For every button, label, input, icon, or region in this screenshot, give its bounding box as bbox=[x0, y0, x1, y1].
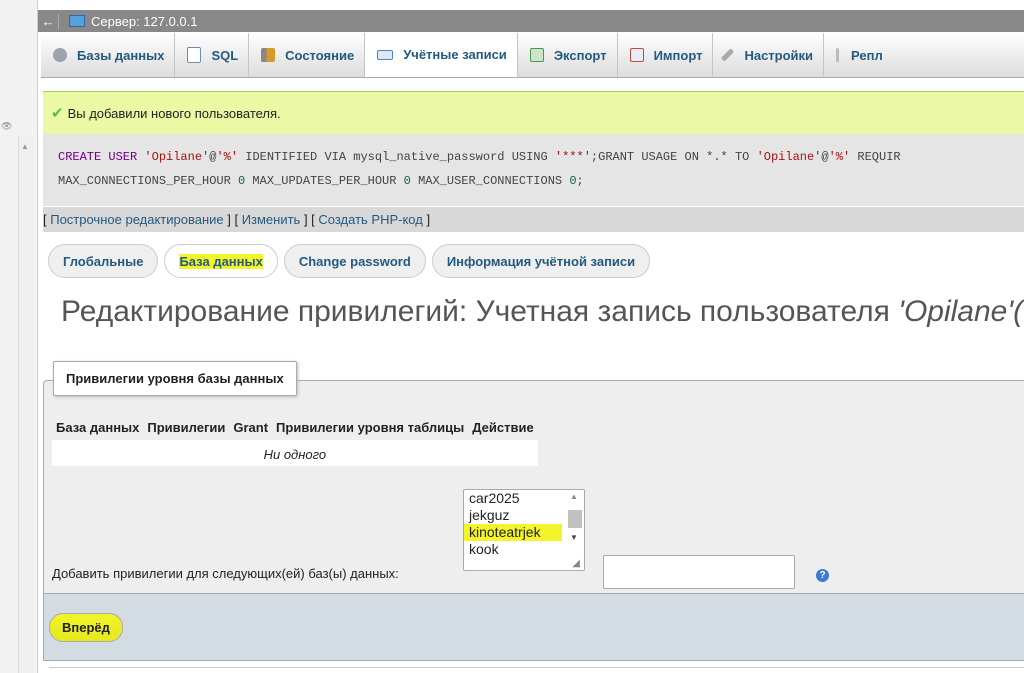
resize-grip-icon[interactable]: ◢ bbox=[572, 558, 580, 569]
tab-user-accounts[interactable]: Учётные записи bbox=[365, 33, 518, 77]
table-row: Ни одного bbox=[52, 441, 538, 466]
create-php-link[interactable]: Создать PHP-код bbox=[318, 212, 422, 227]
subtab-database[interactable]: База данных bbox=[164, 244, 278, 278]
tab-import[interactable]: Импорт bbox=[618, 33, 714, 77]
success-check-icon: ✔ bbox=[51, 105, 64, 122]
subtab-global[interactable]: Глобальные bbox=[48, 244, 159, 278]
column-header[interactable]: Grant bbox=[229, 415, 273, 442]
top-menu: Базы данных SQL Состояние Учётные записи… bbox=[41, 33, 1024, 78]
breadcrumb: ← Сервер: 127.0.0.1 bbox=[38, 10, 1024, 32]
empty-table-message: Ни одного bbox=[52, 441, 538, 466]
go-button[interactable]: Вперёд bbox=[49, 613, 123, 642]
tab-sql[interactable]: SQL bbox=[175, 33, 250, 77]
tab-label: Импорт bbox=[653, 47, 703, 63]
sql-action-links: [ Построчное редактирование ] [ Изменить… bbox=[43, 207, 1024, 232]
inline-edit-link[interactable]: Построчное редактирование bbox=[50, 212, 223, 227]
database-select-list[interactable]: car2025 jekguz kinoteatrjek kook ▲ ▼ ◢ bbox=[463, 489, 585, 571]
page-title-user: 'Opilane'( bbox=[898, 295, 1024, 328]
privilege-subtabs: Глобальные База данных Change password И… bbox=[48, 244, 651, 278]
sql-text: MAX_CONNECTIONS_PER_HOUR bbox=[58, 174, 239, 188]
sql-keyword: CREATE USER bbox=[58, 150, 145, 164]
sql-string: '***' bbox=[554, 150, 591, 164]
tab-label: Экспорт bbox=[553, 47, 607, 63]
database-option[interactable]: jekguz bbox=[464, 507, 584, 524]
scroll-down-icon[interactable]: ▼ bbox=[570, 533, 578, 542]
tab-replication[interactable]: Репл bbox=[824, 33, 893, 77]
status-icon bbox=[261, 48, 276, 62]
tab-databases[interactable]: Базы данных bbox=[41, 33, 176, 77]
tab-label: SQL bbox=[211, 47, 239, 63]
sql-string: 'Opilane' bbox=[144, 150, 210, 164]
privileges-table: База данных Привилегии Grant Привилегии … bbox=[52, 415, 538, 466]
eye-icon[interactable]: 👁 bbox=[1, 121, 12, 132]
fieldset-legend: Привилегии уровня базы данных bbox=[53, 361, 297, 396]
sql-text: ;GRANT USAGE ON *.* TO bbox=[590, 150, 757, 164]
export-icon bbox=[529, 48, 544, 62]
wrench-icon bbox=[721, 48, 735, 62]
sql-string: '%' bbox=[216, 150, 239, 164]
database-option-selected[interactable]: kinoteatrjek bbox=[464, 524, 562, 541]
subtab-database-label: База данных bbox=[179, 253, 263, 269]
table-header-row: База данных Привилегии Grant Привилегии … bbox=[52, 415, 538, 442]
sql-text: MAX_UPDATES_PER_HOUR bbox=[245, 174, 404, 188]
scroll-up-icon[interactable]: ▲ bbox=[570, 492, 578, 501]
tab-settings[interactable]: Настройки bbox=[713, 33, 825, 77]
sql-query-box: CREATE USER 'Opilane'@'%' IDENTIFIED VIA… bbox=[43, 134, 1024, 206]
form-button-bar bbox=[43, 593, 1024, 661]
sql-string: '%' bbox=[828, 150, 851, 164]
sql-text: IDENTIFIED VIA mysql_native_password USI… bbox=[238, 150, 555, 164]
database-name-input[interactable] bbox=[603, 555, 795, 589]
users-icon bbox=[377, 49, 394, 60]
database-icon bbox=[53, 48, 67, 62]
sql-number: 0 bbox=[403, 174, 411, 188]
scroll-up-icon[interactable]: ▲ bbox=[21, 142, 29, 151]
column-header[interactable]: Действие bbox=[468, 415, 538, 442]
breadcrumb-server[interactable]: Сервер: 127.0.0.1 bbox=[91, 14, 198, 29]
tab-label: Состояние bbox=[285, 47, 355, 63]
subtab-change-password[interactable]: Change password bbox=[283, 244, 426, 278]
column-header[interactable]: База данных bbox=[52, 415, 144, 442]
sql-number: 0 bbox=[569, 174, 577, 188]
select-scrollbar[interactable]: ▲ ▼ bbox=[567, 492, 582, 568]
tab-label: Репл bbox=[851, 47, 883, 63]
database-option[interactable]: car2025 bbox=[464, 490, 584, 507]
replication-icon bbox=[836, 48, 840, 62]
tab-label: Учётные записи bbox=[403, 47, 507, 62]
add-privileges-label: Добавить привилегии для следующих(ей) ба… bbox=[52, 566, 399, 581]
main-content: ← Сервер: 127.0.0.1 Базы данных SQL Сост… bbox=[38, 0, 1024, 673]
column-header[interactable]: Привилегии уровня таблицы bbox=[272, 415, 469, 442]
sql-text: MAX_USER_CONNECTIONS bbox=[410, 174, 570, 188]
help-icon[interactable]: ? bbox=[816, 569, 829, 582]
sql-string: 'Opilane' bbox=[756, 150, 822, 164]
sql-text: ; bbox=[576, 174, 584, 188]
page-title: Редактирование привилегий: Учетная запис… bbox=[61, 295, 1023, 329]
success-text: Вы добавили нового пользователя. bbox=[67, 105, 281, 121]
tab-label: Базы данных bbox=[77, 47, 165, 63]
import-icon bbox=[629, 48, 644, 62]
scrollbar-thumb[interactable] bbox=[568, 510, 582, 528]
sql-icon bbox=[187, 47, 202, 63]
sql-text: @ bbox=[821, 150, 829, 164]
success-message: ✔ Вы добавили нового пользователя. bbox=[43, 91, 1024, 134]
column-header[interactable]: Привилегии bbox=[143, 415, 230, 442]
nav-scrollbar[interactable] bbox=[18, 136, 33, 673]
navigation-panel: 👁 ▲ bbox=[0, 0, 38, 673]
collapse-nav-button[interactable]: ← bbox=[38, 13, 59, 29]
tab-export[interactable]: Экспорт bbox=[518, 33, 618, 77]
page-title-text: Редактирование привилегий: Учетная запис… bbox=[61, 295, 899, 328]
tab-status[interactable]: Состояние bbox=[249, 33, 366, 77]
tab-label: Настройки bbox=[744, 47, 814, 63]
database-option[interactable]: kook bbox=[464, 541, 584, 558]
edit-link[interactable]: Изменить bbox=[242, 212, 301, 227]
sql-line-2: MAX_CONNECTIONS_PER_HOUR 0 MAX_UPDATES_P… bbox=[58, 174, 584, 188]
server-icon bbox=[69, 15, 85, 27]
divider bbox=[49, 667, 1024, 668]
sql-text: REQUIR bbox=[850, 150, 901, 164]
subtab-account-info[interactable]: Информация учётной записи bbox=[431, 244, 651, 278]
sql-line-1: CREATE USER 'Opilane'@'%' IDENTIFIED VIA… bbox=[58, 150, 901, 164]
